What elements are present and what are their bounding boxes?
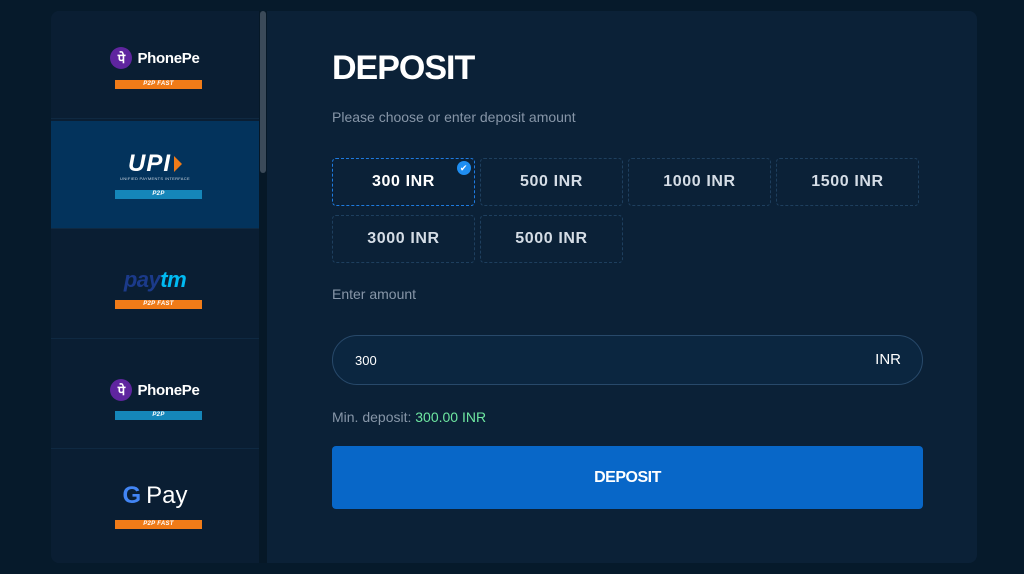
method-tag: P2P <box>115 411 202 420</box>
amount-option-label: 5000 INR <box>515 230 588 247</box>
method-tag: P2P <box>115 190 202 199</box>
sidebar-scroll-thumb[interactable] <box>260 11 266 173</box>
deposit-panel: पे PhonePe P2P FAST UPI UNIFIED PAYMENTS… <box>51 11 977 563</box>
method-tag: P2P FAST <box>115 80 202 89</box>
deposit-form: DEPOSIT Please choose or enter deposit a… <box>267 11 977 563</box>
amount-input[interactable] <box>355 336 835 384</box>
amount-option-500[interactable]: 500 INR <box>480 158 623 206</box>
amount-option-label: 300 INR <box>372 173 435 190</box>
payment-method-sidebar: पे PhonePe P2P FAST UPI UNIFIED PAYMENTS… <box>51 11 259 563</box>
amount-option-1500[interactable]: 1500 INR <box>776 158 919 206</box>
amount-option-label: 500 INR <box>520 173 583 190</box>
upi-logo-subtitle: UNIFIED PAYMENTS INTERFACE <box>120 176 190 181</box>
amount-option-label: 3000 INR <box>367 230 440 247</box>
phonepe-logo: पे PhonePe <box>51 45 259 71</box>
sidebar-scrollbar[interactable] <box>259 11 267 563</box>
amount-option-label: 1000 INR <box>663 173 736 190</box>
gpay-logo: G Pay <box>51 482 259 509</box>
currency-label: INR <box>875 351 901 368</box>
amount-option-300[interactable]: 300 INR ✔ <box>332 158 475 206</box>
paytm-logo-pay: pay <box>123 267 161 292</box>
phonepe-icon: पे <box>110 47 133 69</box>
paytm-logo-tm: tm <box>160 267 187 292</box>
amount-option-1000[interactable]: 1000 INR <box>628 158 771 206</box>
upi-arrow-icon <box>174 156 182 172</box>
upi-logo: UPI UNIFIED PAYMENTS INTERFACE <box>51 150 259 182</box>
deposit-button[interactable]: DEPOSIT <box>332 446 923 509</box>
amount-option-3000[interactable]: 3000 INR <box>332 215 475 263</box>
amount-option-label: 1500 INR <box>811 173 884 190</box>
payment-method-paytm[interactable]: paytm P2P FAST <box>51 231 259 339</box>
phonepe-icon: पे <box>110 379 133 401</box>
gpay-logo-text: Pay <box>146 482 188 509</box>
phonepe-logo-text: PhonePe <box>137 49 200 67</box>
page-title: DEPOSIT <box>332 49 475 87</box>
google-g-icon: G <box>122 482 142 509</box>
min-deposit-info: Min. deposit: 300.00 INR <box>332 409 486 425</box>
payment-method-upi[interactable]: UPI UNIFIED PAYMENTS INTERFACE P2P <box>51 121 259 229</box>
method-tag: P2P FAST <box>115 300 202 309</box>
min-deposit-label: Min. deposit: <box>332 409 412 425</box>
upi-logo-text: UPI <box>127 150 171 177</box>
min-deposit-value: 300.00 INR <box>415 409 487 425</box>
payment-method-phonepe[interactable]: पे PhonePe P2P <box>51 341 259 449</box>
payment-method-gpay[interactable]: G Pay P2P FAST <box>51 451 259 559</box>
phonepe-logo-text: PhonePe <box>137 381 200 399</box>
method-tag: P2P FAST <box>115 520 202 529</box>
phonepe-logo: पे PhonePe <box>51 377 259 403</box>
check-icon: ✔ <box>457 161 471 175</box>
amount-input-wrapper: INR <box>332 335 923 385</box>
amount-option-5000[interactable]: 5000 INR <box>480 215 623 263</box>
enter-amount-label: Enter amount <box>332 286 417 302</box>
deposit-subtitle: Please choose or enter deposit amount <box>332 109 576 125</box>
payment-method-phonepe-fast[interactable]: पे PhonePe P2P FAST <box>51 11 259 119</box>
paytm-logo: paytm <box>51 267 259 293</box>
